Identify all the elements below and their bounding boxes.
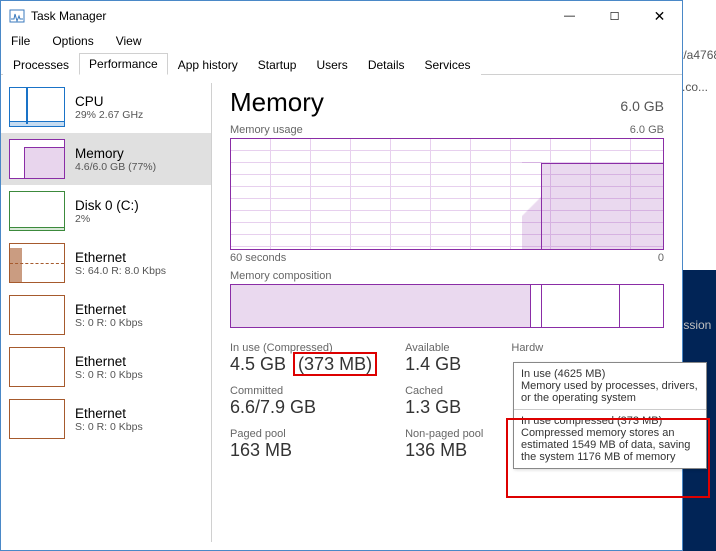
stat-label-available: Available <box>405 342 483 354</box>
sidebar-item-memory[interactable]: Memory 4.6/6.0 GB (77%) <box>1 133 211 185</box>
tab-startup[interactable]: Startup <box>248 54 307 75</box>
ethernet3-thumb-chart <box>9 347 65 387</box>
page-title: Memory <box>230 87 324 118</box>
stat-value-nonpaged: 136 MB <box>405 440 483 461</box>
tabstrip: Processes Performance App history Startu… <box>1 51 682 75</box>
stat-value-paged: 163 MB <box>230 440 377 461</box>
ethernet2-thumb-chart <box>9 295 65 335</box>
sidebar-label-disk: Disk 0 (C:) <box>75 198 139 213</box>
compressed-highlight: (373 MB) <box>293 352 377 376</box>
tooltip-sec1-body: Memory used by processes, drivers, or th… <box>521 380 699 404</box>
sidebar-label-eth3: Ethernet <box>75 354 143 369</box>
sidebar-item-ethernet-2[interactable]: Ethernet S: 0 R: 0 Kbps <box>1 289 211 341</box>
axis-right: 0 <box>658 252 664 264</box>
composition-label: Memory composition <box>230 270 664 282</box>
axis-left: 60 seconds <box>230 252 286 264</box>
sidebar-sub-eth3: S: 0 R: 0 Kbps <box>75 369 143 381</box>
tooltip-sec2-body: Compressed memory stores an estimated 15… <box>521 427 699 463</box>
sidebar-item-disk[interactable]: Disk 0 (C:) 2% <box>1 185 211 237</box>
tab-users[interactable]: Users <box>306 54 357 75</box>
sidebar-label-memory: Memory <box>75 146 156 161</box>
usage-chart-label: Memory usage <box>230 124 303 136</box>
sidebar-label-eth2: Ethernet <box>75 302 143 317</box>
titlebar[interactable]: Task Manager — ☐ ✕ <box>1 1 682 31</box>
maximize-button[interactable]: ☐ <box>592 1 637 31</box>
tab-app-history[interactable]: App history <box>168 54 248 75</box>
sidebar-item-ethernet-3[interactable]: Ethernet S: 0 R: 0 Kbps <box>1 341 211 393</box>
stat-label-committed: Committed <box>230 385 377 397</box>
tab-details[interactable]: Details <box>358 54 415 75</box>
memory-usage-fill <box>541 163 663 249</box>
sidebar-sub-memory: 4.6/6.0 GB (77%) <box>75 161 156 173</box>
tab-processes[interactable]: Processes <box>3 54 79 75</box>
stat-label-hardware-cut: Hardw <box>511 342 543 354</box>
stat-value-committed: 6.6/7.9 GB <box>230 397 377 418</box>
sidebar-sub-eth4: S: 0 R: 0 Kbps <box>75 421 143 433</box>
capacity-label: 6.0 GB <box>620 98 664 114</box>
tab-performance[interactable]: Performance <box>79 53 168 75</box>
memory-usage-chart[interactable] <box>230 138 664 250</box>
stat-value-available: 1.4 GB <box>405 354 483 375</box>
tooltip-sec1-title: In use (4625 MB) <box>521 368 699 380</box>
sidebar-sub-cpu: 29% 2.67 GHz <box>75 109 143 121</box>
window-title: Task Manager <box>31 9 547 23</box>
composition-divider-2 <box>619 285 620 327</box>
menubar: File Options View <box>1 31 682 51</box>
close-button[interactable]: ✕ <box>637 1 682 31</box>
stat-label-cached: Cached <box>405 385 483 397</box>
sidebar-item-ethernet-1[interactable]: Ethernet S: 64.0 R: 8.0 Kbps <box>1 237 211 289</box>
stat-value-inuse: 4.5 GB (373 MB) <box>230 354 377 375</box>
memory-thumb-chart <box>9 139 65 179</box>
sidebar-label-eth1: Ethernet <box>75 250 166 265</box>
memory-composition-chart[interactable] <box>230 284 664 328</box>
minimize-button[interactable]: — <box>547 1 592 31</box>
stat-label-paged: Paged pool <box>230 428 377 440</box>
disk-thumb-chart <box>9 191 65 231</box>
sidebar-item-ethernet-4[interactable]: Ethernet S: 0 R: 0 Kbps <box>1 393 211 445</box>
sidebar-sub-disk: 2% <box>75 213 139 225</box>
usage-chart-max: 6.0 GB <box>630 124 664 136</box>
stat-value-cached: 1.3 GB <box>405 397 483 418</box>
composition-in-use <box>231 285 531 327</box>
task-manager-icon <box>9 8 25 24</box>
performance-sidebar: CPU 29% 2.67 GHz Memory 4.6/6.0 GB (77%)… <box>1 75 211 550</box>
tooltip-sec2-title: In use compressed (373 MB) <box>521 415 699 427</box>
cpu-thumb-chart <box>9 87 65 127</box>
menu-file[interactable]: File <box>7 32 34 50</box>
sidebar-item-cpu[interactable]: CPU 29% 2.67 GHz <box>1 81 211 133</box>
menu-view[interactable]: View <box>112 32 146 50</box>
sidebar-label-cpu: CPU <box>75 94 143 109</box>
composition-divider-1 <box>541 285 542 327</box>
stat-label-nonpaged: Non-paged pool <box>405 428 483 440</box>
ethernet1-thumb-chart <box>9 243 65 283</box>
memory-detail-pane: Memory 6.0 GB Memory usage 6.0 GB 60 sec… <box>212 75 682 550</box>
ethernet4-thumb-chart <box>9 399 65 439</box>
menu-options[interactable]: Options <box>48 32 97 50</box>
tab-services[interactable]: Services <box>415 54 481 75</box>
sidebar-sub-eth2: S: 0 R: 0 Kbps <box>75 317 143 329</box>
sidebar-label-eth4: Ethernet <box>75 406 143 421</box>
memory-composition-tooltip: In use (4625 MB) Memory used by processe… <box>513 362 707 469</box>
sidebar-sub-eth1: S: 64.0 R: 8.0 Kbps <box>75 265 166 277</box>
